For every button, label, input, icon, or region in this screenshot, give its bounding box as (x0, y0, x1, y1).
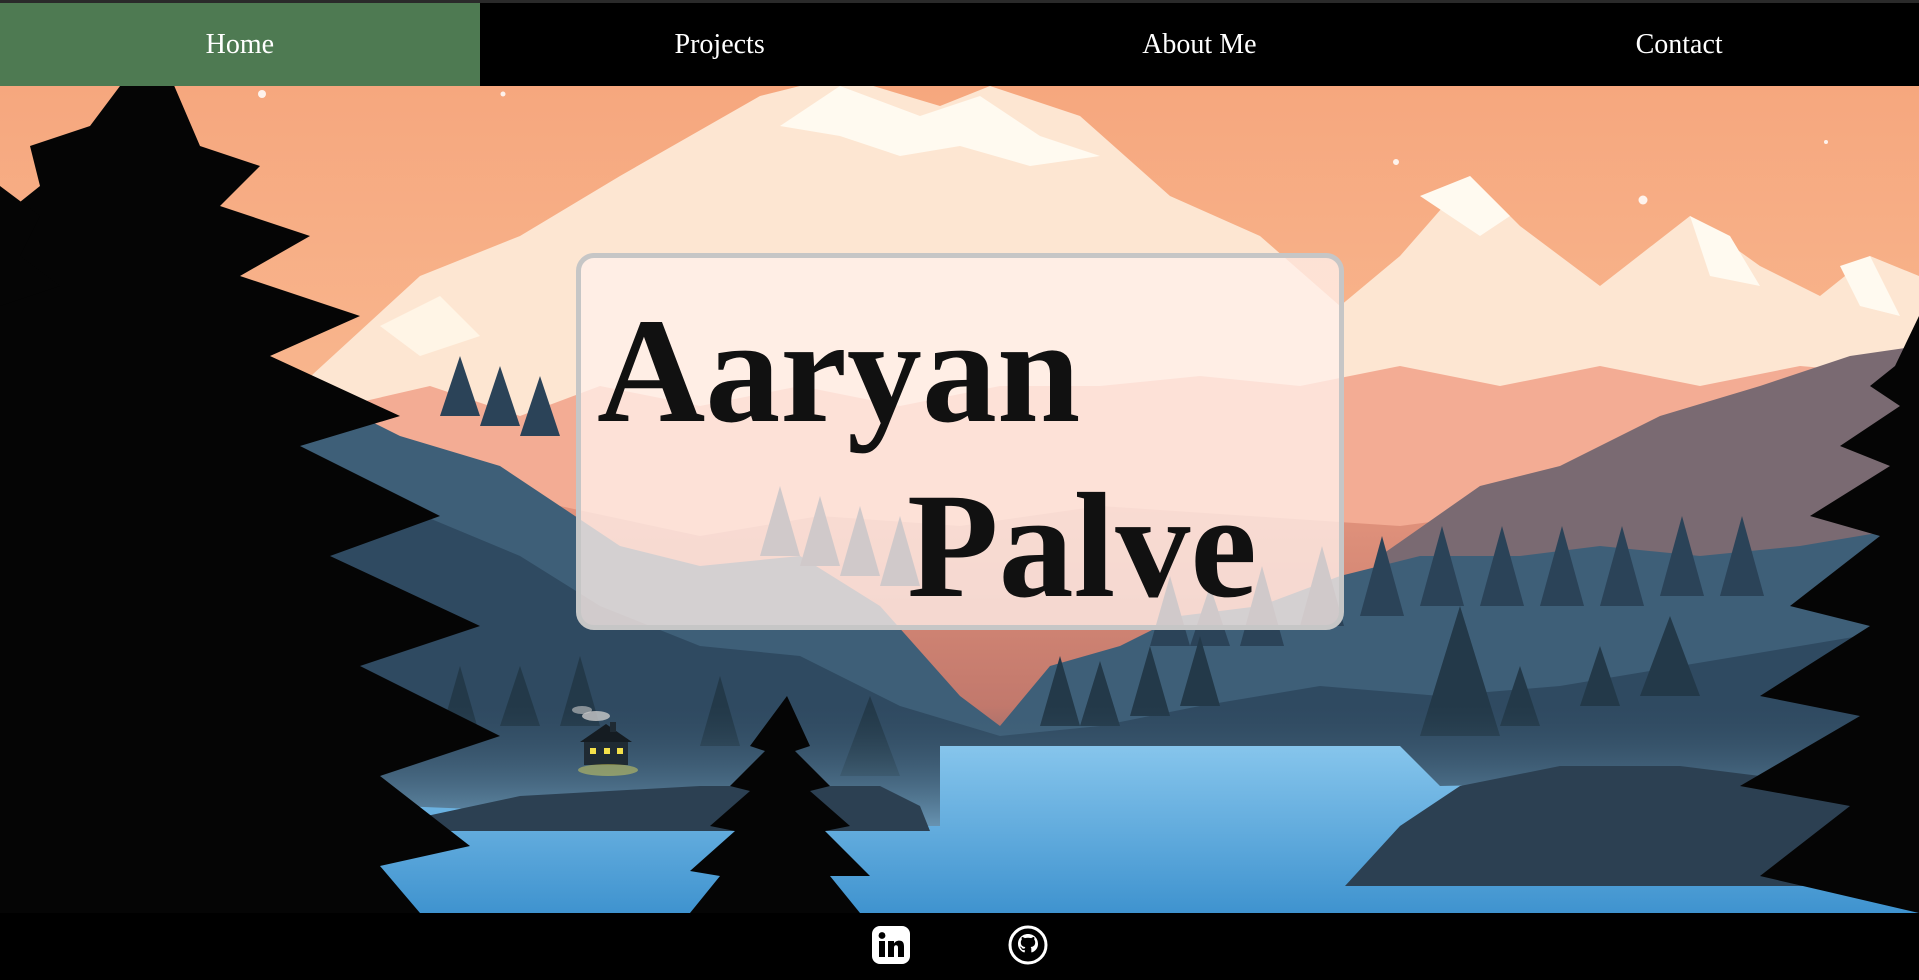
linkedin-link[interactable] (871, 925, 911, 965)
first-name: Aaryan (597, 288, 1081, 454)
github-link[interactable] (1008, 925, 1048, 965)
name-card: Aaryan Palve (576, 253, 1344, 630)
github-icon (1008, 925, 1048, 965)
nav-projects[interactable]: Projects (480, 3, 960, 86)
nav-home[interactable]: Home (0, 3, 480, 86)
main-nav: Home Projects About Me Contact (0, 0, 1919, 86)
hero-section: Aaryan Palve (0, 86, 1919, 913)
linkedin-icon (872, 926, 910, 964)
nav-contact[interactable]: Contact (1439, 3, 1919, 86)
last-name: Palve (907, 463, 1257, 629)
footer (0, 913, 1919, 980)
nav-about-me[interactable]: About Me (960, 3, 1440, 86)
